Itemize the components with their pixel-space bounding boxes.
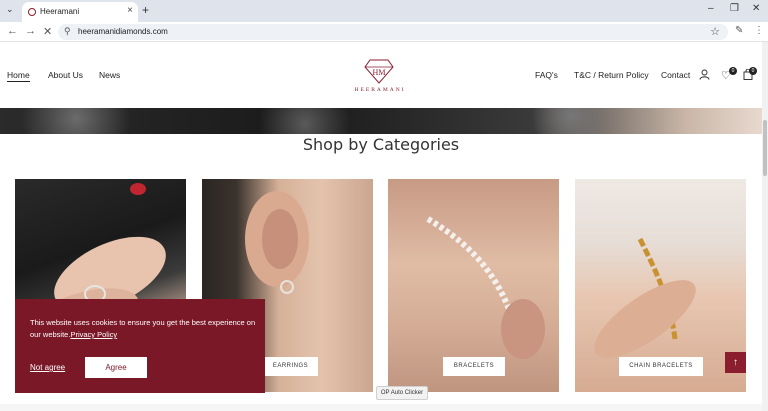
new-tab-button[interactable]: + <box>142 3 149 17</box>
cookie-message-text: This website uses cookies to ensure you … <box>30 318 256 339</box>
tab-list-icon[interactable]: ⌄ <box>6 4 14 15</box>
back-to-top-button[interactable]: ↑ <box>725 352 746 373</box>
forward-icon[interactable]: → <box>25 25 36 37</box>
nav-faqs[interactable]: FAQ's <box>535 70 558 80</box>
agree-button[interactable]: Agree <box>85 357 147 378</box>
scrollbar-thumb[interactable] <box>763 120 767 176</box>
site-info-icon[interactable]: ⚲ <box>64 26 71 37</box>
section-title: Shop by Categories <box>302 135 460 154</box>
site-header: Home About Us News HM HEERAMANI FAQ's T&… <box>0 42 762 108</box>
cookie-message: This website uses cookies to ensure you … <box>30 317 260 341</box>
nav-terms-return-policy[interactable]: T&C / Return Policy <box>574 70 649 80</box>
bottom-bar <box>0 404 762 411</box>
tab-close-icon[interactable]: × <box>127 5 133 16</box>
site-favicon-icon <box>28 8 36 16</box>
cookie-consent-banner: This website uses cookies to ensure you … <box>15 299 265 393</box>
logo-text: HEERAMANI <box>354 87 406 93</box>
browser-menu-icon[interactable]: ⋮ <box>754 25 764 36</box>
extension-icon[interactable]: ✎ <box>735 25 743 36</box>
address-bar[interactable]: ⚲ heeramanidiamonds.com ☆ <box>58 24 728 40</box>
stop-loading-icon[interactable]: ✕ <box>43 25 52 38</box>
window-close-icon[interactable]: ✕ <box>752 3 760 14</box>
nav-home[interactable]: Home <box>7 70 30 82</box>
nav-contact[interactable]: Contact <box>661 70 690 80</box>
category-label-chain-bracelets[interactable]: CHAIN BRACELETS <box>619 357 703 376</box>
browser-toolbar: ← → ✕ ⚲ heeramanidiamonds.com ☆ ✎ ⋮ <box>0 22 768 42</box>
bookmark-star-icon[interactable]: ☆ <box>710 25 720 38</box>
category-card-chain-bracelets[interactable]: CHAIN BRACELETS <box>575 179 746 392</box>
not-agree-button[interactable]: Not agree <box>30 363 65 372</box>
url-text[interactable]: heeramanidiamonds.com <box>78 27 168 36</box>
nav-about-us[interactable]: About Us <box>48 70 83 80</box>
category-label-bracelets[interactable]: BRACELETS <box>443 357 505 376</box>
op-auto-clicker-label[interactable]: OP Auto Clicker <box>376 386 428 400</box>
page-scrollbar[interactable] <box>762 42 768 411</box>
browser-tab-strip: ⌄ Heeramani × + – ❐ ✕ <box>0 0 768 22</box>
hero-banner-image <box>0 108 762 134</box>
heeramani-logo-icon[interactable]: HM <box>364 58 394 84</box>
arrow-up-icon: ↑ <box>733 357 738 368</box>
maximize-icon[interactable]: ❐ <box>730 3 739 14</box>
svg-text:HM: HM <box>373 68 386 77</box>
browser-tab[interactable]: Heeramani × <box>22 2 138 22</box>
category-label-earrings[interactable]: EARRINGS <box>263 357 318 376</box>
tab-title: Heeramani <box>40 7 80 16</box>
account-icon[interactable] <box>699 69 710 83</box>
privacy-policy-link[interactable]: Privacy Policy <box>70 330 117 339</box>
nav-news[interactable]: News <box>99 70 120 80</box>
back-icon[interactable]: ← <box>7 25 18 37</box>
wishlist-count-badge: 0 <box>729 67 737 75</box>
cart-count-badge: 0 <box>749 67 757 75</box>
minimize-icon[interactable]: – <box>708 3 714 14</box>
category-card-bracelets[interactable]: BRACELETS <box>388 179 559 392</box>
